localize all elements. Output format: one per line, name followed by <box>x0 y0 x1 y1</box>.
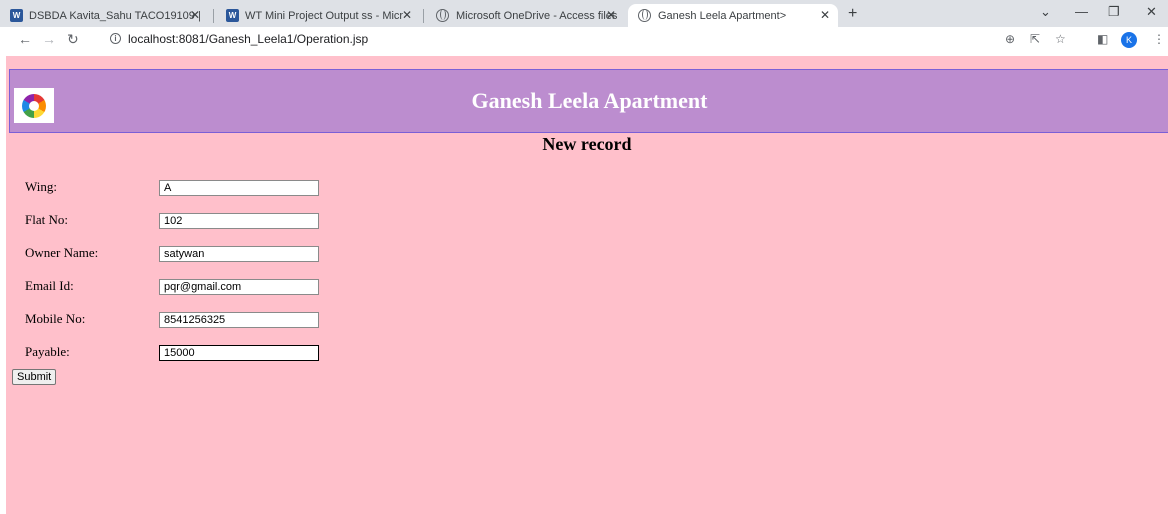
wing-input[interactable] <box>159 180 319 196</box>
menu-icon[interactable]: ⋮ <box>1153 32 1165 46</box>
tab-wt-mini-project[interactable]: W WT Mini Project Output ss - Micr ✕ <box>216 4 420 27</box>
owner-name-input[interactable] <box>159 246 319 262</box>
email-id-label: Email Id: <box>25 278 74 293</box>
tab-separator <box>423 9 424 23</box>
mobile-no-input[interactable] <box>159 312 319 328</box>
wing-label: Wing: <box>25 179 57 194</box>
close-window-icon[interactable]: ✕ <box>1146 4 1157 20</box>
zoom-icon[interactable]: ⊕ <box>1005 32 1015 46</box>
tab-dsbda[interactable]: W DSBDA Kavita_Sahu TACO19109 | ✕ <box>0 4 208 27</box>
minimize-icon[interactable]: — <box>1075 4 1088 19</box>
side-panel-icon[interactable]: ◧ <box>1097 32 1108 46</box>
tab-strip: W DSBDA Kavita_Sahu TACO19109 | ✕ W WT M… <box>0 0 1168 27</box>
word-icon: W <box>10 9 23 22</box>
site-info-icon[interactable]: i <box>110 33 121 44</box>
close-icon[interactable]: ✕ <box>820 8 830 22</box>
share-icon[interactable]: ⇱ <box>1030 32 1040 46</box>
submit-button[interactable]: Submit <box>12 369 57 385</box>
tab-separator <box>213 9 214 23</box>
reload-icon[interactable]: ↻ <box>67 31 79 48</box>
tab-search-icon[interactable]: ⌄ <box>1040 4 1051 20</box>
payable-label: Payable: <box>25 344 70 359</box>
forward-icon[interactable]: → <box>42 31 56 47</box>
flat-no-label: Flat No: <box>25 212 68 227</box>
owner-name-label: Owner Name: <box>25 245 99 260</box>
mobile-no-label: Mobile No: <box>25 311 86 326</box>
back-icon[interactable]: ← <box>18 31 32 47</box>
word-icon: W <box>226 9 239 22</box>
address-bar[interactable]: localhost:8081/Ganesh_Leela1/Operation.j… <box>128 32 368 46</box>
flat-no-input[interactable] <box>159 213 319 229</box>
form-title: New record <box>542 134 632 154</box>
payable-input[interactable] <box>159 345 319 361</box>
bookmark-star-icon[interactable]: ☆ <box>1055 32 1066 46</box>
tab-onedrive[interactable]: Microsoft OneDrive - Access files ✕ <box>426 4 624 27</box>
close-icon[interactable]: ✕ <box>190 8 200 22</box>
site-title: Ganesh Leela Apartment <box>471 88 708 113</box>
new-tab-icon[interactable]: + <box>848 5 857 23</box>
globe-icon <box>436 9 449 22</box>
close-icon[interactable]: ✕ <box>606 8 616 22</box>
close-icon[interactable]: ✕ <box>402 8 412 22</box>
restore-icon[interactable]: ❐ <box>1108 4 1120 20</box>
email-id-input[interactable] <box>159 279 319 295</box>
page-content: Ganesh Leela Apartment New record Wing: … <box>6 56 1168 514</box>
globe-icon <box>638 9 651 22</box>
site-header: Ganesh Leela Apartment <box>9 69 1168 133</box>
tab-ganesh-leela[interactable]: Ganesh Leela Apartment> ✕ <box>628 4 838 27</box>
profile-avatar[interactable]: K <box>1121 32 1137 48</box>
